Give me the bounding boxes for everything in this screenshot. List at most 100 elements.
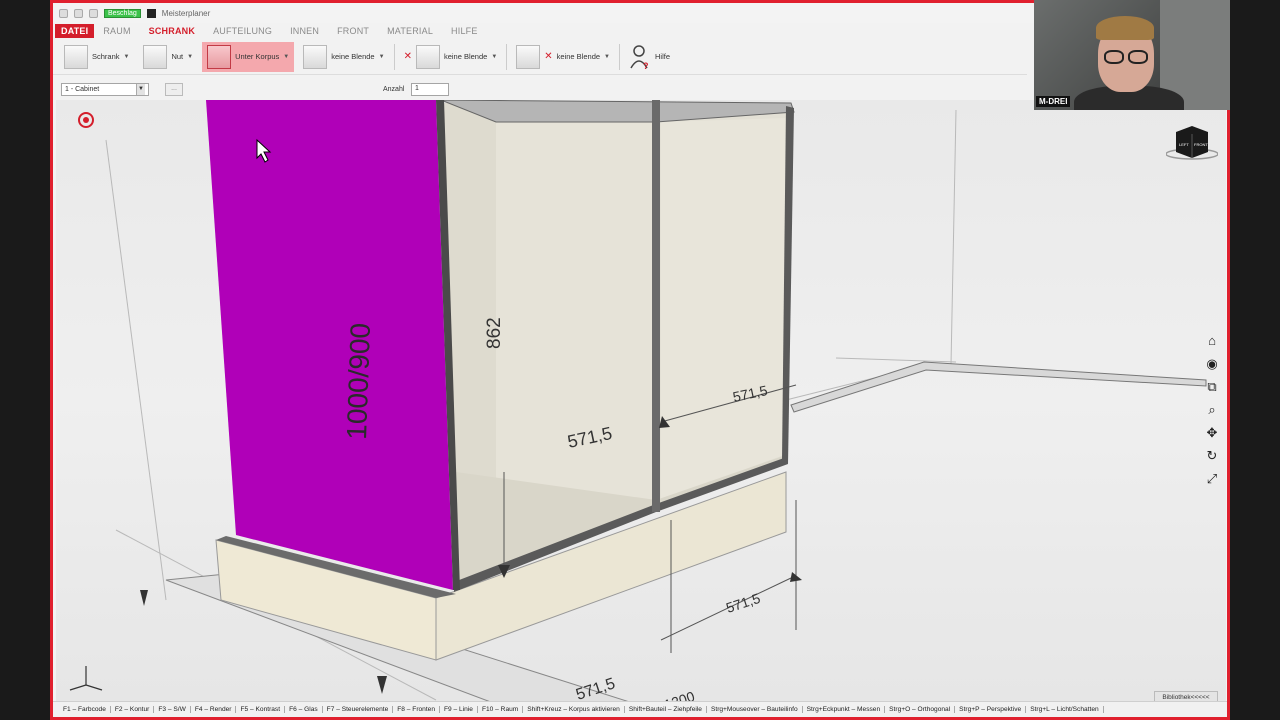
unter-korpus-button[interactable]: Unter Korpus ▼ xyxy=(202,41,295,72)
groove-icon xyxy=(143,44,168,69)
tab-material[interactable]: MATERIAL xyxy=(378,24,442,38)
glasses-icon xyxy=(1104,50,1124,64)
tab-raum[interactable]: RAUM xyxy=(94,24,139,38)
shortcut-hint: Shift+Bauteil – Ziehpfeile xyxy=(625,706,707,713)
nut-button[interactable]: Nut ▼ xyxy=(138,42,198,72)
shortcut-hint: F10 – Raum xyxy=(478,706,524,713)
status-bar: F1 – Farbcode F2 – Kontur F3 – S/W F4 – … xyxy=(53,701,1227,717)
cabinet-select-value: 1 - Cabinet xyxy=(65,86,100,93)
unter-korpus-label: Unter Korpus xyxy=(235,52,280,61)
navigation-toolbar: ⌂ ◉ ⧉ ⌕ ✥ ↻ ⤢ xyxy=(1203,332,1221,487)
home-icon[interactable]: ⌂ xyxy=(1203,332,1221,349)
glasses-icon xyxy=(1128,50,1148,64)
shortcut-hint: F7 – Steuerelemente xyxy=(323,706,394,713)
panel-icon xyxy=(415,44,440,69)
tab-innen[interactable]: INNEN xyxy=(281,24,328,38)
chevron-down-icon: ▼ xyxy=(604,53,610,60)
shortcut-hint: Strg+Mouseover – Bauteilinfo xyxy=(707,706,803,713)
3d-viewport[interactable]: 1000/900 862 571,5 571,5 571,5 571,5 120… xyxy=(56,100,1226,704)
dim-side-label: 1000/900 xyxy=(341,322,376,440)
cabinet-select[interactable]: 1 - Cabinet ▼ xyxy=(61,83,149,96)
property-bar: 1 - Cabinet ▼ ... Anzahl 1 xyxy=(53,79,1027,99)
tab-front[interactable]: FRONT xyxy=(328,24,378,38)
cabinet-icon xyxy=(64,44,88,69)
blende-button-1[interactable]: keine Blende ▼ xyxy=(298,42,389,72)
steering-wheel-icon[interactable]: ◉ xyxy=(1203,355,1221,372)
webcam-overlay: M-DREI xyxy=(1034,0,1230,110)
shortcut-hint: F1 – Farbcode xyxy=(59,706,111,713)
shortcut-hint: F3 – S/W xyxy=(154,706,191,713)
eye-icon[interactable] xyxy=(78,112,94,128)
shortcut-hint: Strg+O – Orthogonal xyxy=(885,706,956,713)
beschlag-tag[interactable]: Beschlag xyxy=(104,8,141,18)
save-icon[interactable] xyxy=(59,8,68,18)
orbit-icon[interactable]: ↻ xyxy=(1203,447,1221,464)
pan-icon[interactable]: ✥ xyxy=(1203,424,1221,441)
blende-label-3: keine Blende xyxy=(556,52,601,61)
redo-icon[interactable] xyxy=(89,8,98,18)
tab-datei[interactable]: DATEI xyxy=(55,24,95,38)
middle-divider xyxy=(652,100,660,512)
blende-label-2: keine Blende xyxy=(443,52,488,61)
blende-button-2[interactable]: ✕ keine Blende ▼ xyxy=(399,42,503,72)
shortcut-hint: Strg+Eckpunkt – Messen xyxy=(803,706,886,713)
chevron-down-icon: ▼ xyxy=(187,53,194,60)
wall-top-edge xyxy=(790,361,1207,413)
hilfe-button[interactable]: ? Hilfe xyxy=(624,42,675,72)
view-cube[interactable]: LEFT FRONT xyxy=(1166,122,1218,162)
blende-button-3[interactable]: ✕ keine Blende ▼ xyxy=(511,42,615,72)
shortcut-hint: F8 – Fronten xyxy=(393,706,441,713)
dim-bottom-right-label: 571,5 xyxy=(724,590,762,616)
chevron-down-icon: ▼ xyxy=(378,53,385,60)
axis-gizmo-icon xyxy=(69,666,103,691)
tab-schrank[interactable]: SCHRANK xyxy=(140,24,204,38)
separator xyxy=(619,43,620,70)
anzahl-label: Anzahl xyxy=(383,86,405,93)
panel-icon xyxy=(516,44,541,69)
black-square-icon xyxy=(146,8,156,18)
separator xyxy=(393,43,395,70)
viewcube-front-label: FRONT xyxy=(1194,142,1208,147)
inner-right-compartment xyxy=(661,118,786,500)
chevron-down-icon: ▼ xyxy=(491,53,498,60)
chevron-down-icon: ▼ xyxy=(123,53,130,60)
webcam-name-label: M-DREI xyxy=(1036,96,1071,107)
close-icon: ✕ xyxy=(403,51,412,62)
fit-view-icon[interactable]: ⤢ xyxy=(1203,470,1221,487)
anzahl-input[interactable]: 1 xyxy=(411,83,449,96)
nut-label: Nut xyxy=(171,52,184,61)
shortcut-hint: Strg+L – Licht/Schatten xyxy=(1026,706,1104,713)
more-button[interactable]: ... xyxy=(165,83,183,96)
zoom-window-icon[interactable]: ⧉ xyxy=(1203,378,1221,395)
webcam-person-hair xyxy=(1096,16,1154,40)
help-person-icon: ? xyxy=(630,44,649,70)
tab-aufteilung[interactable]: AUFTEILUNG xyxy=(204,24,281,38)
panel-icon xyxy=(303,44,328,69)
svg-text:?: ? xyxy=(643,61,649,70)
blende-label-1: keine Blende xyxy=(331,52,375,61)
schrank-button[interactable]: Schrank ▼ xyxy=(59,42,134,72)
close-icon: ✕ xyxy=(544,51,553,62)
separator xyxy=(506,43,508,70)
dim-height-label: 862 xyxy=(484,317,505,349)
shortcut-hint: F9 – Linie xyxy=(440,706,478,713)
ribbon-toolbar: Schrank ▼ Nut ▼ Unter Korpus ▼ keine Ble… xyxy=(53,39,1027,75)
app-title: Meisterplaner xyxy=(161,8,211,18)
chevron-down-icon[interactable]: ▼ xyxy=(136,84,145,95)
left-side-panel[interactable] xyxy=(206,100,453,590)
hilfe-label: Hilfe xyxy=(655,52,671,61)
shortcut-hint: F6 – Glas xyxy=(285,706,323,713)
shortcut-hint: Strg+P – Perspektive xyxy=(955,706,1027,713)
shortcut-hint: F2 – Kontur xyxy=(111,706,155,713)
schrank-label: Schrank xyxy=(92,52,120,61)
tab-hilfe[interactable]: HILFE xyxy=(442,24,487,38)
zoom-icon[interactable]: ⌕ xyxy=(1203,401,1221,418)
viewcube-left-label: LEFT xyxy=(1179,142,1189,147)
shortcut-hint: F4 – Render xyxy=(191,706,237,713)
under-carcass-icon xyxy=(207,44,232,69)
shortcut-hint: F5 – Kontrast xyxy=(236,706,286,713)
cabinet-scene: 1000/900 862 571,5 571,5 571,5 571,5 120… xyxy=(69,100,1207,704)
undo-icon[interactable] xyxy=(74,8,83,18)
chevron-down-icon: ▼ xyxy=(283,53,290,60)
shortcut-hint: Shift+Kreuz – Korpus aktivieren xyxy=(523,706,625,713)
